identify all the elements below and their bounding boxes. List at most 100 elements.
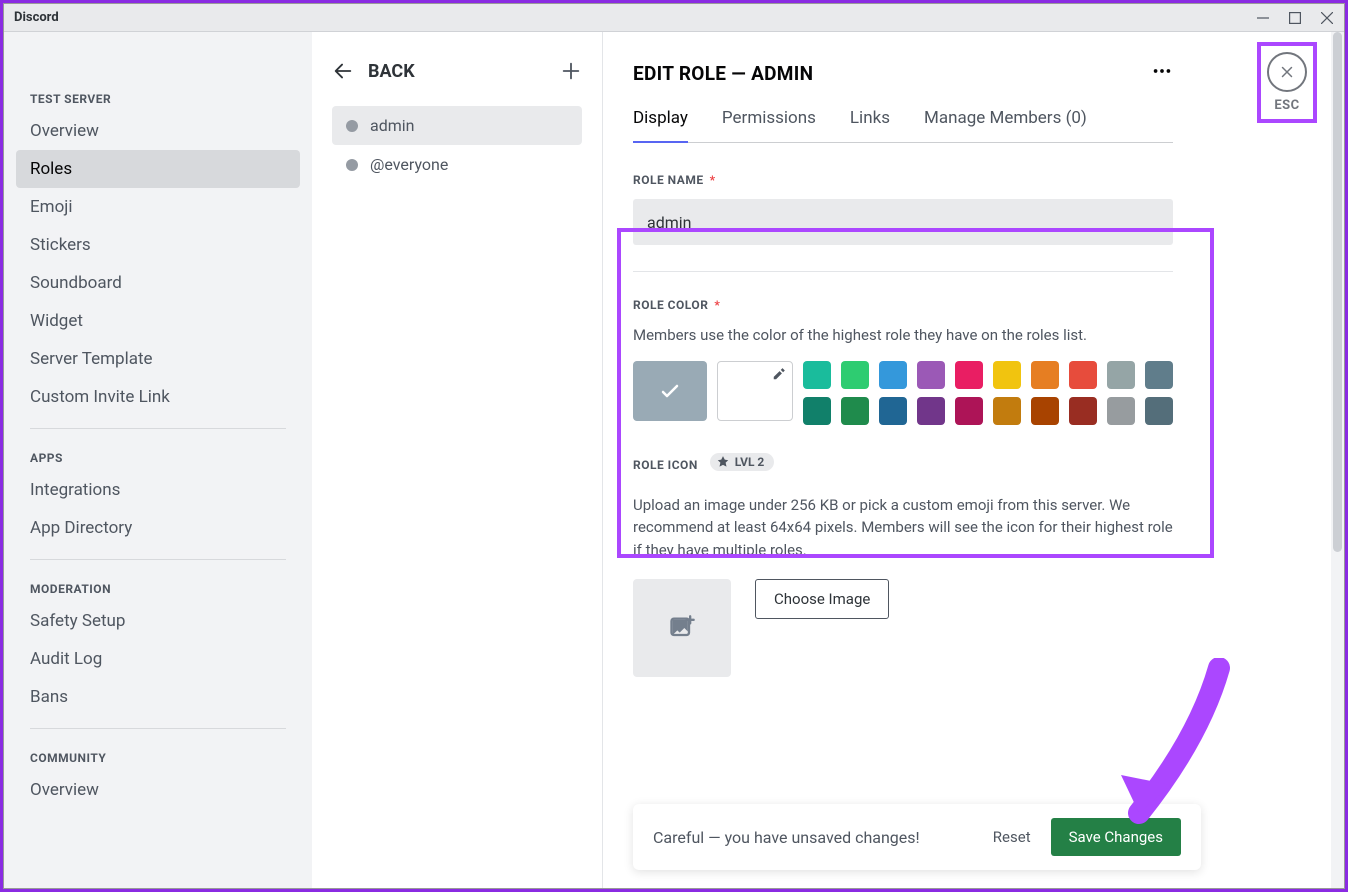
unsaved-changes-bar: Careful — you have unsaved changes! Rese… <box>633 804 1201 870</box>
upload-dropzone[interactable] <box>633 579 731 677</box>
color-swatch[interactable] <box>917 361 945 389</box>
tab-links[interactable]: Links <box>850 108 890 142</box>
tab-permissions[interactable]: Permissions <box>722 108 816 142</box>
color-swatch[interactable] <box>841 361 869 389</box>
color-swatch[interactable] <box>803 397 831 425</box>
divider <box>633 271 1173 272</box>
color-swatch[interactable] <box>955 397 983 425</box>
tabs: Display Permissions Links Manage Members… <box>633 108 1173 143</box>
color-swatch[interactable] <box>955 361 983 389</box>
roles-list-column: BACK admin @everyone <box>312 32 602 888</box>
sidebar-item-roles[interactable]: Roles <box>16 150 300 188</box>
color-swatch[interactable] <box>1145 361 1173 389</box>
save-button[interactable]: Save Changes <box>1051 818 1181 856</box>
sidebar-item-audit-log[interactable]: Audit Log <box>16 640 300 678</box>
sidebar-item-integrations[interactable]: Integrations <box>16 471 300 509</box>
color-swatch[interactable] <box>1031 397 1059 425</box>
roles-header: BACK <box>332 60 582 82</box>
minimize-button[interactable] <box>1256 11 1270 25</box>
sidebar-item-bans[interactable]: Bans <box>16 678 300 716</box>
scrollbar-thumb[interactable] <box>1333 32 1342 552</box>
palette-row-2 <box>803 397 1173 425</box>
sidebar-item-community-overview[interactable]: Overview <box>16 771 300 809</box>
role-icon-desc: Upload an image under 256 KB or pick a c… <box>633 494 1173 562</box>
role-color-dot <box>346 120 358 132</box>
window-controls <box>1256 11 1334 25</box>
main-content: EDIT ROLE — ADMIN Display Permissions Li… <box>603 32 1203 888</box>
color-swatch[interactable] <box>1031 361 1059 389</box>
back-button[interactable]: BACK <box>332 60 415 82</box>
sidebar-item-widget[interactable]: Widget <box>16 302 300 340</box>
sidebar-item-soundboard[interactable]: Soundboard <box>16 264 300 302</box>
divider <box>30 559 286 560</box>
divider <box>30 428 286 429</box>
color-swatch[interactable] <box>1069 361 1097 389</box>
tab-display[interactable]: Display <box>633 108 688 142</box>
esc-label: ESC <box>1274 98 1299 113</box>
image-plus-icon <box>668 614 696 642</box>
color-swatch[interactable] <box>1069 397 1097 425</box>
role-name: @everyone <box>370 155 448 174</box>
back-label: BACK <box>368 61 415 82</box>
default-color-swatch[interactable] <box>633 361 707 421</box>
titlebar: Discord <box>4 4 1344 32</box>
main-panel: EDIT ROLE — ADMIN Display Permissions Li… <box>603 32 1331 888</box>
role-name: admin <box>370 116 414 135</box>
role-icon-label: ROLE ICON <box>633 458 698 472</box>
main-header: EDIT ROLE — ADMIN <box>633 60 1173 86</box>
check-icon <box>658 379 682 403</box>
sidebar-item-stickers[interactable]: Stickers <box>16 226 300 264</box>
custom-color-swatch[interactable] <box>717 361 793 421</box>
app-window: Discord TEST SERVER Overview Roles Emoji… <box>3 3 1345 889</box>
sidebar-item-safety[interactable]: Safety Setup <box>16 602 300 640</box>
app-body: TEST SERVER Overview Roles Emoji Sticker… <box>4 32 1344 888</box>
color-swatch[interactable] <box>841 397 869 425</box>
add-role-button[interactable] <box>560 60 582 82</box>
scrollbar[interactable] <box>1331 32 1344 888</box>
color-swatch[interactable] <box>1145 397 1173 425</box>
color-swatch[interactable] <box>917 397 945 425</box>
tab-manage-members[interactable]: Manage Members (0) <box>924 108 1087 142</box>
plus-icon <box>560 60 582 82</box>
color-swatch[interactable] <box>803 361 831 389</box>
close-icon <box>1278 63 1296 81</box>
sidebar-item-emoji[interactable]: Emoji <box>16 188 300 226</box>
sidebar-item-overview[interactable]: Overview <box>16 112 300 150</box>
section-server: TEST SERVER <box>16 92 300 112</box>
color-swatch[interactable] <box>879 361 907 389</box>
close-button[interactable] <box>1320 11 1334 25</box>
color-palette <box>803 361 1173 425</box>
settings-sidebar: TEST SERVER Overview Roles Emoji Sticker… <box>4 32 312 888</box>
close-circle <box>1267 52 1307 92</box>
sidebar-item-server-template[interactable]: Server Template <box>16 340 300 378</box>
color-swatch[interactable] <box>993 361 1021 389</box>
role-color-desc: Members use the color of the highest rol… <box>633 324 1173 347</box>
reset-button[interactable]: Reset <box>993 828 1031 846</box>
maximize-button[interactable] <box>1288 11 1302 25</box>
color-swatch[interactable] <box>993 397 1021 425</box>
role-item-admin[interactable]: admin <box>332 106 582 145</box>
page-title: EDIT ROLE — ADMIN <box>633 62 813 85</box>
color-swatch[interactable] <box>1107 361 1135 389</box>
role-color-label: ROLE COLOR* <box>633 298 1173 312</box>
color-swatch[interactable] <box>879 397 907 425</box>
role-color-dot <box>346 159 358 171</box>
choose-image-button[interactable]: Choose Image <box>755 579 889 619</box>
unsaved-text: Careful — you have unsaved changes! <box>653 828 920 847</box>
boost-icon <box>716 455 730 469</box>
color-picker-main <box>633 361 1173 425</box>
lvl-badge: LVL 2 <box>710 453 775 471</box>
role-name-input[interactable] <box>633 199 1173 245</box>
role-item-everyone[interactable]: @everyone <box>332 145 582 184</box>
more-options-button[interactable] <box>1151 60 1173 86</box>
role-name-label: ROLE NAME* <box>633 173 1173 187</box>
close-esc-button[interactable]: ESC <box>1257 42 1317 123</box>
arrow-left-icon <box>332 60 354 82</box>
eye-dropper-icon <box>772 367 786 381</box>
color-swatch[interactable] <box>1107 397 1135 425</box>
sidebar-item-invite-link[interactable]: Custom Invite Link <box>16 378 300 416</box>
sidebar-item-app-directory[interactable]: App Directory <box>16 509 300 547</box>
role-icon-header: ROLE ICON LVL 2 <box>633 453 1173 484</box>
ellipsis-icon <box>1151 60 1173 82</box>
section-apps: APPS <box>16 443 300 471</box>
